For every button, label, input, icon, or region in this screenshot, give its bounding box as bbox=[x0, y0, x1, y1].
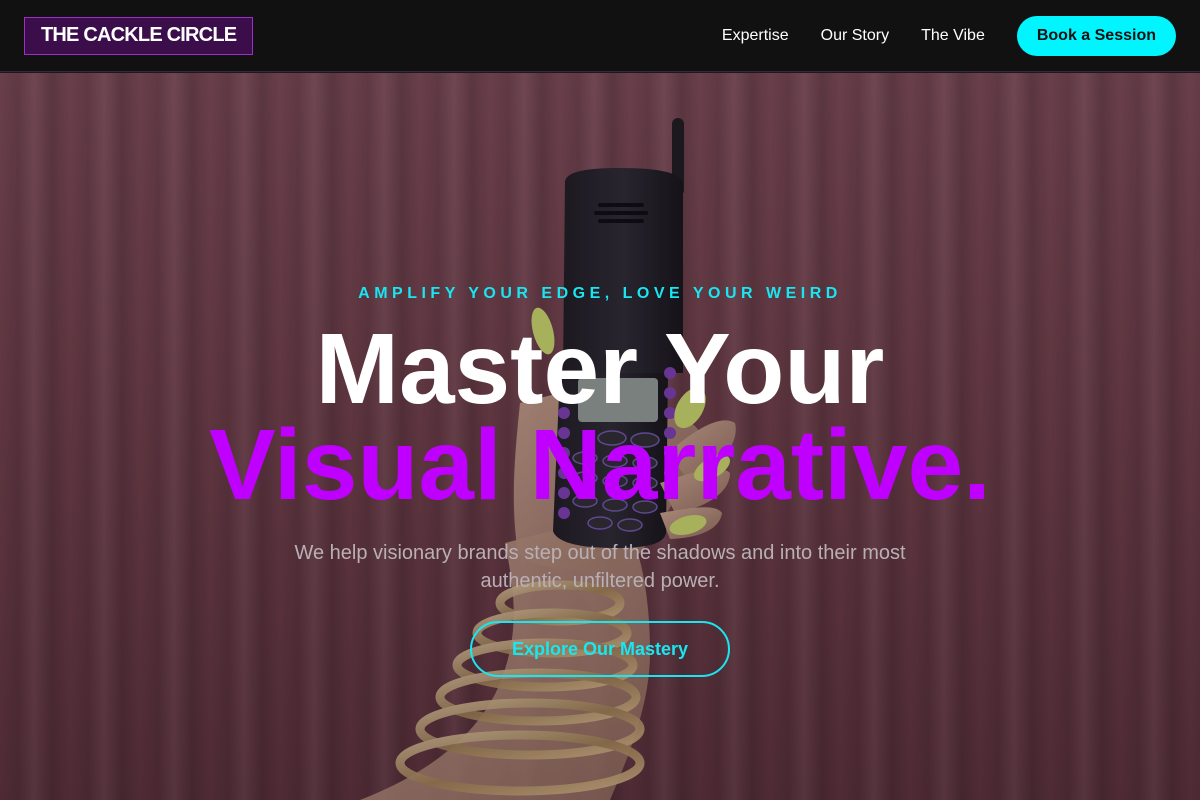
hero-headline-line2: Visual Narrative. bbox=[209, 409, 991, 521]
hero-content: AMPLIFY YOUR EDGE, LOVE YOUR WEIRD Maste… bbox=[0, 73, 1200, 800]
hero-eyebrow: AMPLIFY YOUR EDGE, LOVE YOUR WEIRD bbox=[358, 285, 842, 302]
nav-menu: Expertise Our Story The Vibe Book a Sess… bbox=[722, 15, 1176, 56]
top-navbar: THE CACKLE CIRCLE Expertise Our Story Th… bbox=[0, 0, 1200, 72]
hero-section: AMPLIFY YOUR EDGE, LOVE YOUR WEIRD Maste… bbox=[0, 73, 1200, 800]
nav-link-the-vibe[interactable]: The Vibe bbox=[921, 27, 985, 45]
brand-logo[interactable]: THE CACKLE CIRCLE bbox=[24, 16, 254, 55]
hero-subtext: We help visionary brands step out of the… bbox=[294, 542, 906, 592]
nav-link-expertise[interactable]: Expertise bbox=[722, 27, 789, 45]
hero-headline-line1: Master Your bbox=[315, 313, 885, 425]
explore-mastery-button[interactable]: Explore Our Mastery bbox=[470, 621, 730, 677]
nav-link-our-story[interactable]: Our Story bbox=[821, 27, 889, 45]
book-session-button[interactable]: Book a Session bbox=[1016, 15, 1176, 56]
